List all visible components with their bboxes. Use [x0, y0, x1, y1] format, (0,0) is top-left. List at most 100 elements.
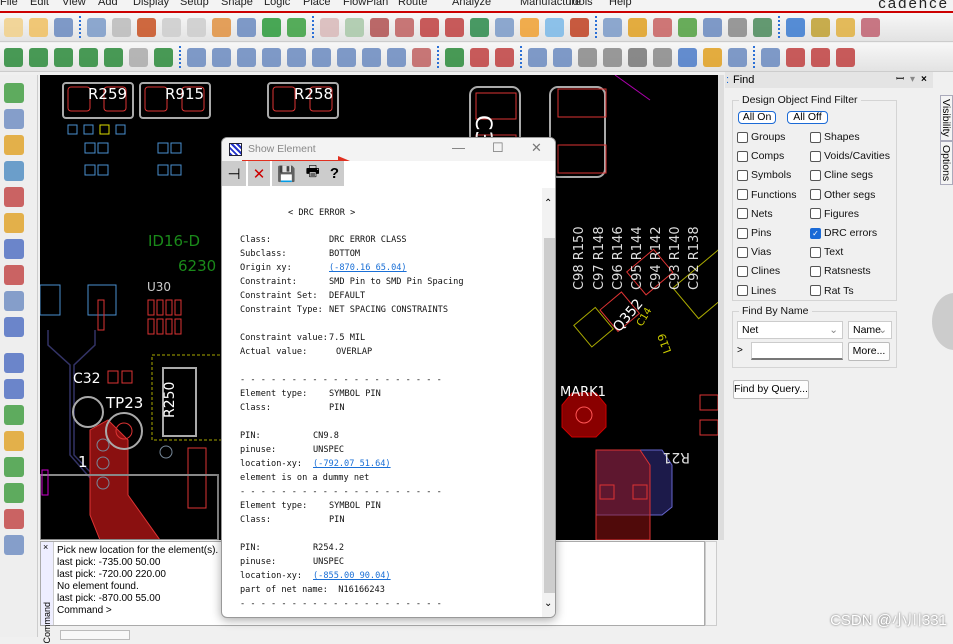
menu-help[interactable]: Help — [609, 0, 632, 8]
tree-icon[interactable] — [678, 17, 697, 37]
left-tool-1[interactable] — [4, 83, 24, 103]
measure-icon[interactable] — [836, 17, 855, 37]
zoom-world-icon[interactable] — [495, 17, 514, 37]
dialog-title-bar[interactable]: Show Element — ☐ ✕ — [222, 138, 555, 166]
zoom-minus-icon[interactable] — [445, 17, 464, 37]
command-tab[interactable]: × Command — [41, 542, 54, 644]
close-x-icon[interactable]: ✕ — [248, 161, 270, 186]
minimize-button[interactable]: — — [452, 140, 465, 155]
report-scrollbar[interactable]: ⌃ ⌄ — [542, 188, 555, 617]
copy-icon[interactable] — [112, 17, 131, 37]
left-tool-6[interactable] — [4, 213, 24, 233]
command-scrollbar[interactable] — [705, 541, 717, 626]
checkbox-lines[interactable]: Lines — [737, 285, 776, 297]
route-icon-2[interactable] — [4, 483, 24, 503]
checkbox-text[interactable]: Text — [810, 246, 843, 258]
more-button[interactable]: More... — [848, 342, 890, 361]
checkbox-comps[interactable]: Comps — [737, 150, 784, 162]
help-icon[interactable]: ? — [330, 165, 339, 182]
coordinate-link[interactable]: (-870.16 65.04) — [329, 263, 407, 273]
shape-void-circle-icon[interactable] — [362, 47, 381, 67]
zoom-in-icon[interactable] — [370, 17, 389, 37]
checkbox-box[interactable]: ✓ — [810, 227, 821, 239]
flip-icon[interactable] — [570, 17, 589, 37]
code-icon[interactable] — [528, 47, 547, 67]
shape-poly-icon[interactable] — [187, 47, 206, 67]
left-tool-4[interactable] — [4, 161, 24, 181]
checkbox-box[interactable] — [737, 189, 748, 201]
checkbox-other-segs[interactable]: Other segs — [810, 189, 875, 201]
checkbox-vias[interactable]: Vias — [737, 246, 771, 258]
report-icon[interactable] — [811, 17, 830, 37]
close-panel-icon[interactable]: × — [921, 72, 927, 88]
shape-merge-icon[interactable] — [312, 47, 331, 67]
signal-icon[interactable] — [761, 47, 780, 67]
place-icon-7[interactable] — [154, 47, 173, 67]
checkbox-box[interactable] — [810, 265, 821, 277]
down-arrow-icon[interactable] — [237, 17, 256, 37]
left-tool-5[interactable] — [4, 187, 24, 207]
grid-fit-icon[interactable] — [320, 17, 339, 37]
menu-logic[interactable]: Logic — [264, 0, 290, 8]
book-icon[interactable] — [553, 47, 572, 67]
layers-icon[interactable] — [653, 17, 672, 37]
refresh-icon[interactable] — [520, 17, 539, 37]
tab-options[interactable]: Options — [940, 140, 953, 185]
net-report-icon-1[interactable] — [786, 47, 805, 67]
floating-handle[interactable] — [932, 293, 953, 350]
rect-icon[interactable] — [4, 379, 24, 399]
tool-icon[interactable] — [703, 47, 722, 67]
menu-view[interactable]: View — [62, 0, 86, 8]
all-off-button[interactable]: All Off — [787, 111, 828, 124]
place-icon-3[interactable] — [54, 47, 73, 67]
object-type-select[interactable]: Net ⌄ — [737, 321, 843, 339]
scroll-up-icon[interactable]: ⌃ — [544, 198, 552, 209]
undo-icon[interactable] — [162, 17, 181, 37]
camera-icon[interactable] — [603, 47, 622, 67]
menu-tools[interactable]: Tools — [567, 0, 593, 8]
checkbox-box[interactable] — [737, 227, 748, 239]
left-tool-8[interactable] — [4, 265, 24, 285]
checkbox-box[interactable] — [810, 246, 821, 258]
delete-icon[interactable] — [137, 17, 156, 37]
3d-view-icon[interactable] — [545, 17, 564, 37]
shape-slice-icon[interactable] — [387, 47, 406, 67]
scroll-thumb[interactable] — [544, 238, 555, 593]
matrix-icon[interactable] — [678, 47, 697, 67]
slide-icon[interactable] — [4, 535, 24, 555]
checkbox-voids-cavities[interactable]: Voids/Cavities — [810, 150, 890, 162]
checkbox-box[interactable] — [810, 285, 821, 297]
route-icon[interactable] — [4, 457, 24, 477]
checkbox-ratsnests[interactable]: Ratsnests — [810, 265, 871, 277]
checkbox-cline-segs[interactable]: Cline segs — [810, 169, 873, 181]
checkbox-box[interactable] — [737, 131, 748, 143]
left-tool-2[interactable] — [4, 109, 24, 129]
left-tool-10[interactable] — [4, 317, 24, 337]
checkbox-box[interactable] — [737, 169, 748, 181]
pin-icon[interactable] — [287, 17, 306, 37]
probe-icon[interactable] — [578, 47, 597, 67]
shape-delete-icon[interactable] — [412, 47, 431, 67]
place-icon-4[interactable] — [79, 47, 98, 67]
redo-down-icon[interactable] — [187, 17, 206, 37]
zoom-plus-icon[interactable] — [420, 17, 439, 37]
checkbox-box[interactable] — [737, 150, 748, 162]
left-tool-7[interactable] — [4, 239, 24, 259]
line-icon[interactable] — [4, 353, 24, 373]
dfa-icon[interactable] — [728, 17, 747, 37]
array-icon[interactable] — [728, 47, 747, 67]
add-text-icon[interactable] — [4, 405, 24, 425]
find-by-query-button[interactable]: Find by Query... — [733, 380, 809, 399]
name-type-select[interactable]: Name ⌄ — [848, 321, 892, 339]
checkbox-box[interactable] — [737, 208, 748, 220]
checkbox-nets[interactable]: Nets — [737, 208, 773, 220]
grid-icon[interactable] — [603, 17, 622, 37]
menu-place[interactable]: Place — [303, 0, 331, 8]
info-icon[interactable] — [786, 17, 805, 37]
place-icon-6[interactable] — [129, 47, 148, 67]
all-on-button[interactable]: All On — [738, 111, 776, 124]
panel-menu-icon[interactable]: ▾ — [910, 72, 915, 88]
zoom-fit-icon[interactable] — [345, 17, 364, 37]
checkbox-box[interactable] — [810, 131, 821, 143]
shape-edit-icon[interactable] — [287, 47, 306, 67]
